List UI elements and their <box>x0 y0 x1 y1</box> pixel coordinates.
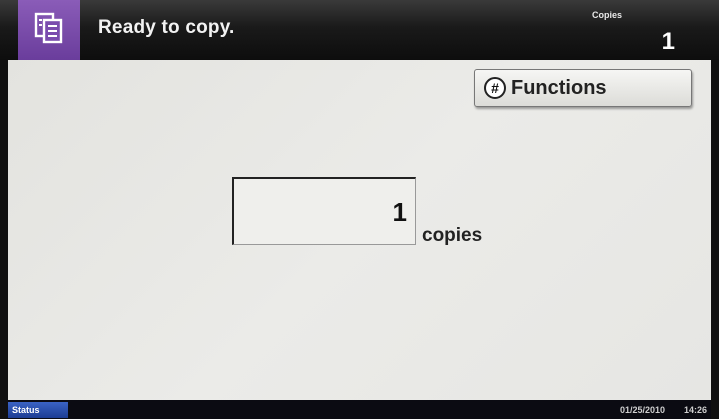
copy-document-icon <box>34 12 64 49</box>
status-bar: Status 01/25/2010 14:26 <box>8 400 711 419</box>
status-message: Ready to copy. <box>98 17 235 38</box>
copies-label: Copies <box>592 10 623 20</box>
hash-icon: # <box>484 77 506 99</box>
copy-count-field[interactable]: 1 <box>232 177 416 245</box>
status-date: 01/25/2010 <box>619 405 665 415</box>
copies-unit-label: copies <box>422 225 483 246</box>
header-bar: Ready to copy. Copies 1 <box>0 0 719 60</box>
copier-screen: Ready to copy. Copies 1 # Functions 1 co… <box>0 0 719 419</box>
copy-count-value: 1 <box>392 197 407 227</box>
functions-label: Functions <box>511 76 607 99</box>
functions-button[interactable]: # Functions <box>474 69 692 107</box>
status-time: 14:26 <box>683 405 707 415</box>
copy-mode-tile[interactable] <box>18 0 80 60</box>
copies-count: 1 <box>661 28 675 55</box>
main-panel: # Functions 1 copies <box>8 60 711 400</box>
status-button[interactable]: Status <box>8 402 68 418</box>
